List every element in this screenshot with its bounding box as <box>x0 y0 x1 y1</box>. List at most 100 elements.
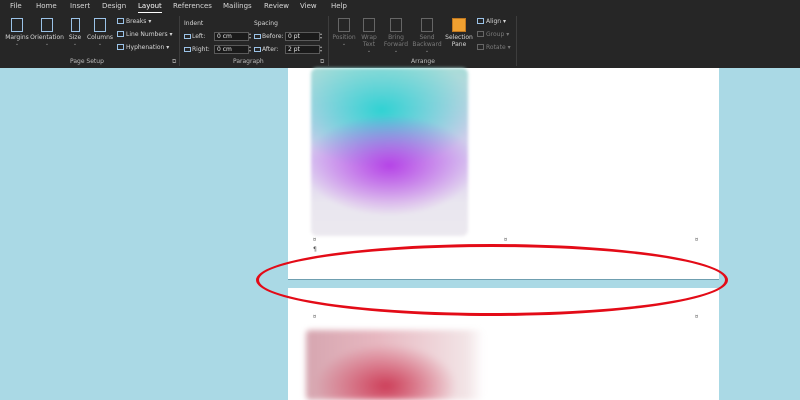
group-divider <box>516 16 517 66</box>
send-backward-button[interactable]: Send Backward ⌄ <box>412 18 442 54</box>
selection-pane-label-2: Pane <box>451 41 467 48</box>
margins-button[interactable]: Margins ⌄ <box>4 18 30 47</box>
indent-left-spinner[interactable]: ▴ ▾ <box>249 32 253 41</box>
red-ellipse-annotation <box>256 244 728 316</box>
orientation-label: Orientation <box>30 34 64 41</box>
tab-mailings[interactable]: Mailings <box>223 2 252 10</box>
selection-pane-button[interactable]: Selection Pane <box>445 18 473 48</box>
blurred-image-2[interactable] <box>306 330 484 400</box>
indent-right-label: Right: <box>184 46 210 53</box>
chevron-down-icon: ⌄ <box>44 41 50 47</box>
spacing-after-spinner[interactable]: ▴ ▾ <box>320 45 324 54</box>
table-cell-marker: ¤ <box>313 237 317 243</box>
selection-pane-label-1: Selection <box>445 34 473 41</box>
send-backward-icon <box>421 18 433 32</box>
selection-pane-icon <box>452 18 466 32</box>
paragraph-launcher-icon[interactable]: ⧉ <box>320 58 324 66</box>
line-numbers-label: Line Numbers <box>126 31 168 38</box>
hyphenation-label: Hyphenation <box>126 44 165 51</box>
spacing-before-icon <box>254 34 261 39</box>
paragraph-group-label: Paragraph <box>233 58 264 65</box>
ribbon: File Home Insert Design Layout Reference… <box>0 0 800 68</box>
orientation-icon <box>41 18 53 32</box>
group-divider <box>179 16 180 66</box>
margins-label: Margins <box>5 34 29 41</box>
group-button[interactable]: Group ▾ <box>477 31 509 38</box>
group-icon <box>477 31 484 37</box>
chevron-down-icon: ⌄ <box>341 41 347 47</box>
page-setup-launcher-icon[interactable]: ⧉ <box>172 58 176 66</box>
indent-right-field[interactable]: 0 cm <box>214 45 249 54</box>
size-icon <box>70 18 80 32</box>
tab-references[interactable]: References <box>173 2 212 10</box>
spacing-label: Spacing <box>254 20 278 27</box>
tab-file[interactable]: File <box>10 2 22 10</box>
chevron-down-icon: ⌄ <box>366 48 372 54</box>
tab-review[interactable]: Review <box>264 2 289 10</box>
spacing-after-text: After: <box>262 46 279 53</box>
spacing-after-field[interactable]: 2 pt <box>285 45 320 54</box>
spacing-after-icon <box>254 47 261 52</box>
bring-forward-button[interactable]: Bring Forward ⌄ <box>383 18 409 54</box>
spacing-after-label: After: <box>254 46 278 53</box>
chevron-down-icon: ⌄ <box>393 48 399 54</box>
spacing-before-spinner[interactable]: ▴ ▾ <box>320 32 324 41</box>
columns-button[interactable]: Columns ⌄ <box>86 18 114 47</box>
spacing-before-field[interactable]: 0 pt <box>285 32 320 41</box>
table-cell-marker: ¤ <box>695 237 699 243</box>
wrap-text-icon <box>363 18 375 32</box>
indent-left-text: Left: <box>192 33 206 40</box>
position-label: Position <box>332 34 356 41</box>
wrap-text-label: Wrap Text <box>361 34 377 48</box>
wrap-text-button[interactable]: Wrap Text ⌄ <box>358 18 380 54</box>
tab-layout[interactable]: Layout <box>138 2 162 13</box>
size-label: Size <box>68 34 82 41</box>
tab-design[interactable]: Design <box>102 2 126 10</box>
size-button[interactable]: Size ⌄ <box>66 18 84 47</box>
table-cell-marker: ¤ <box>313 314 317 320</box>
align-button[interactable]: Align ▾ <box>477 18 506 25</box>
breaks-label: Breaks <box>126 18 147 25</box>
tab-view[interactable]: View <box>300 2 317 10</box>
position-button[interactable]: Position ⌄ <box>331 18 357 47</box>
send-backward-label: Send Backward <box>412 34 442 48</box>
tab-insert[interactable]: Insert <box>70 2 90 10</box>
tab-help[interactable]: Help <box>331 2 347 10</box>
rotate-button[interactable]: Rotate ▾ <box>477 44 511 51</box>
group-divider <box>328 16 329 66</box>
arrange-group-label: Arrange <box>411 58 435 65</box>
spacing-before-label: Before: <box>254 33 284 40</box>
paragraph-mark: ¶ <box>313 246 317 253</box>
columns-icon <box>94 18 106 32</box>
indent-right-text: Right: <box>192 46 210 53</box>
breaks-button[interactable]: Breaks ▾ <box>117 18 151 25</box>
chevron-down-icon: ⌄ <box>14 41 20 47</box>
bring-forward-label: Bring Forward <box>383 34 409 48</box>
ribbon-tabs: File Home Insert Design Layout Reference… <box>0 0 800 14</box>
indent-left-label: Left: <box>184 33 205 40</box>
hyphenation-button[interactable]: Hyphenation ▾ <box>117 44 169 51</box>
line-numbers-icon <box>117 31 124 37</box>
bring-forward-icon <box>390 18 402 32</box>
indent-label: Indent <box>184 20 204 27</box>
line-numbers-button[interactable]: Line Numbers ▾ <box>117 31 173 38</box>
tab-home[interactable]: Home <box>36 2 57 10</box>
align-label: Align <box>486 18 502 25</box>
group-label: Group <box>486 31 505 38</box>
align-icon <box>477 18 484 24</box>
breaks-icon <box>117 18 124 24</box>
chevron-down-icon: ⌄ <box>97 41 103 47</box>
rotate-icon <box>477 44 484 50</box>
columns-label: Columns <box>86 34 114 41</box>
margins-icon <box>11 18 23 32</box>
rotate-label: Rotate <box>486 44 506 51</box>
indent-right-icon <box>184 47 191 52</box>
table-cell-marker: ¤ <box>504 237 508 243</box>
blurred-image-1[interactable] <box>311 68 468 236</box>
indent-right-spinner[interactable]: ▴ ▾ <box>249 45 253 54</box>
orientation-button[interactable]: Orientation ⌄ <box>30 18 64 47</box>
chevron-down-icon: ⌄ <box>424 48 430 54</box>
indent-left-field[interactable]: 0 cm <box>214 32 249 41</box>
page-setup-group-label: Page Setup <box>70 58 104 65</box>
table-cell-marker: ¤ <box>695 314 699 320</box>
